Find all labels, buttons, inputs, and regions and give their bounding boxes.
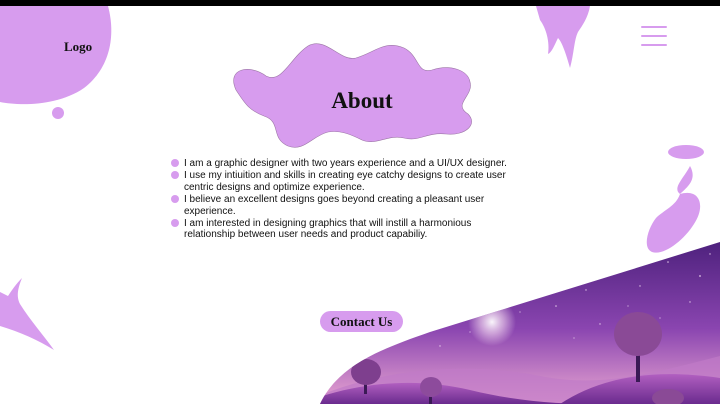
list-item: I believe an excellent designs goes beyo… bbox=[171, 194, 521, 217]
splash-left bbox=[0, 278, 54, 350]
contact-us-button[interactable]: Contact Us bbox=[320, 311, 403, 332]
list-item: I use my intiuition and skills in creati… bbox=[171, 170, 521, 193]
list-item: I am interested in designing graphics th… bbox=[171, 218, 521, 241]
right-oval bbox=[668, 145, 704, 159]
splash-top bbox=[536, 6, 590, 68]
menu-line bbox=[641, 44, 667, 46]
about-heading: About bbox=[331, 88, 393, 113]
menu-line bbox=[641, 26, 667, 28]
about-page: Logo About I am a graphic designer with … bbox=[0, 6, 720, 404]
list-item: I am a graphic designer with two years e… bbox=[171, 158, 521, 170]
splash-right bbox=[646, 166, 701, 253]
logo[interactable]: Logo bbox=[64, 39, 92, 55]
menu-line bbox=[641, 35, 667, 37]
dot-top-left bbox=[52, 107, 64, 119]
blob-top-left bbox=[0, 6, 112, 105]
about-points-list: I am a graphic designer with two years e… bbox=[171, 158, 521, 242]
hamburger-menu-icon[interactable] bbox=[641, 26, 667, 48]
